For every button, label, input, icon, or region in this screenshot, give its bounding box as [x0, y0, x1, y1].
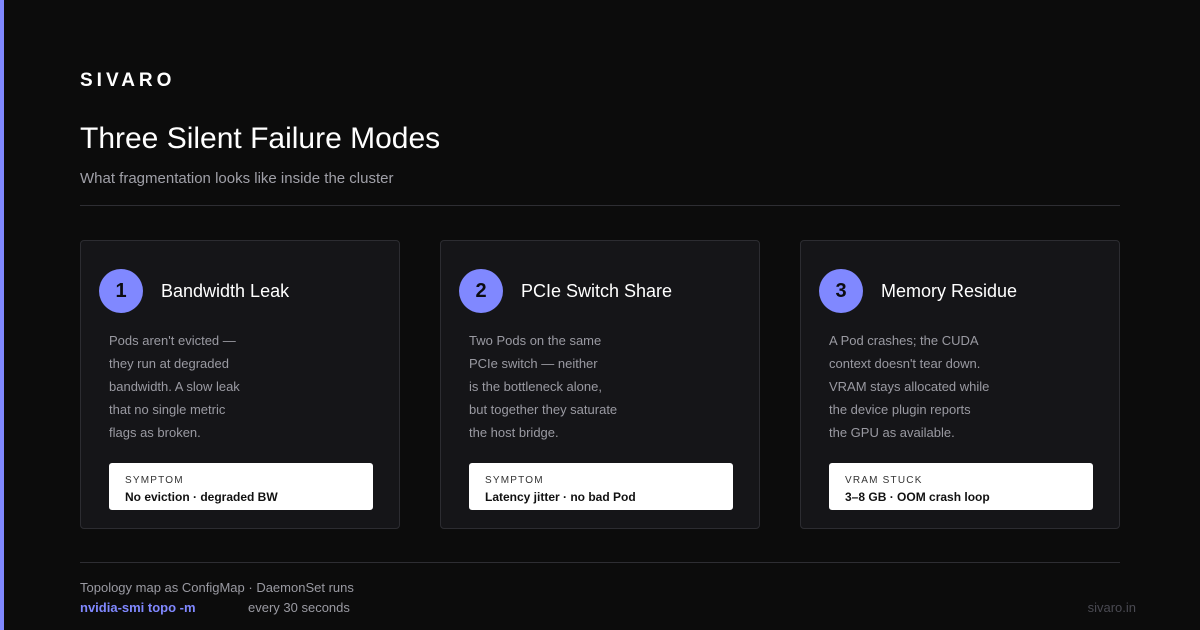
symptom-value: 3–8 GB · OOM crash loop [845, 490, 990, 504]
footer-url: sivaro.in [1087, 600, 1136, 615]
card-body-line: the GPU as available. [829, 425, 955, 440]
card-body-line: A Pod crashes; the CUDA [829, 333, 979, 348]
failure-card-memory-residue: 3 Memory Residue A Pod crashes; the CUDA… [800, 240, 1120, 529]
page-title: Three Silent Failure Modes [80, 122, 441, 155]
number-badge: 3 [819, 269, 863, 313]
symptom-tag: SYMPTOM No eviction · degraded BW [109, 463, 373, 510]
footer-text: Topology map as ConfigMap · DaemonSet ru… [80, 580, 354, 595]
symptom-value: Latency jitter · no bad Pod [485, 490, 636, 504]
card-body-line: the device plugin reports [829, 402, 971, 417]
card-body-line: VRAM stays allocated while [829, 379, 990, 394]
vram-stuck-tag: VRAM STUCK 3–8 GB · OOM crash loop [829, 463, 1093, 510]
failure-card-pcie-switch-share: 2 PCIe Switch Share Two Pods on the same… [440, 240, 760, 529]
card-body-line: flags as broken. [109, 425, 201, 440]
card-body-line: but together they saturate [469, 402, 618, 417]
page-subtitle: What fragmentation looks like inside the… [80, 170, 394, 187]
brand-logo: SIVARO [80, 70, 176, 91]
accent-bar [0, 0, 4, 630]
failure-card-bandwidth-leak: 1 Bandwidth Leak Pods aren't evicted — t… [80, 240, 400, 529]
footer-command: nvidia-smi topo -m [80, 600, 196, 615]
symptom-label: SYMPTOM [485, 475, 544, 486]
number-badge: 2 [459, 269, 503, 313]
card-title: PCIe Switch Share [521, 281, 673, 301]
card-body: Two Pods on the same PCIe switch — neith… [469, 329, 709, 444]
card-body: A Pod crashes; the CUDA context doesn't … [829, 329, 1069, 444]
card-title: Memory Residue [881, 281, 1018, 301]
symptom-value: No eviction · degraded BW [125, 490, 278, 504]
card-body: Pods aren't evicted — they run at degrad… [109, 329, 349, 444]
symptom-tag: SYMPTOM Latency jitter · no bad Pod [469, 463, 733, 510]
card-body-line: is the bottleneck alone, [469, 379, 602, 394]
header-divider [80, 205, 1120, 206]
card-body-line: context doesn't tear down. [829, 356, 981, 371]
footer-text-secondary: every 30 seconds [248, 600, 350, 615]
card-body-line: that no single metric [109, 402, 226, 417]
symptom-label: VRAM STUCK [845, 475, 923, 486]
card-body-line: Two Pods on the same [469, 333, 602, 348]
card-body-line: Pods aren't evicted — [109, 333, 236, 348]
card-title: Bandwidth Leak [161, 281, 290, 301]
card-body-line: PCIe switch — neither [469, 356, 598, 371]
footer-divider [80, 562, 1120, 563]
card-body-line: they run at degraded [109, 356, 229, 371]
card-body-line: bandwidth. A slow leak [109, 379, 240, 394]
number-badge: 1 [99, 269, 143, 313]
symptom-label: SYMPTOM [125, 475, 184, 486]
card-body-line: the host bridge. [469, 425, 559, 440]
